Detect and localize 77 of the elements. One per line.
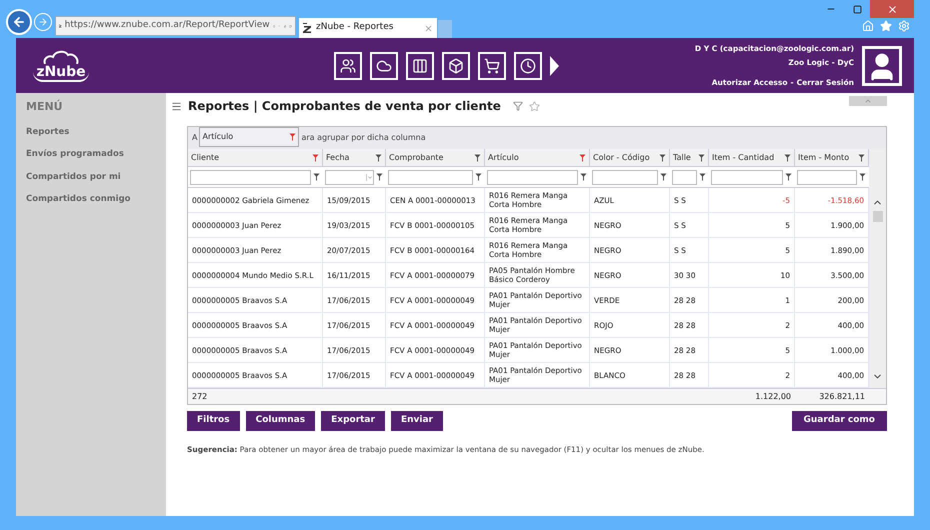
filter-pin-icon[interactable] (579, 154, 586, 162)
sidebar-item[interactable]: Envíos programados (26, 148, 166, 170)
sidebar-item[interactable]: Reportes (26, 126, 166, 148)
settings-icon[interactable] (898, 20, 910, 32)
filter-field[interactable] (388, 170, 473, 184)
filter-pin-icon[interactable] (580, 173, 587, 181)
site-icon (303, 23, 312, 33)
quantity-total: 1.122,00 (754, 390, 792, 402)
filter-pin-icon[interactable] (699, 173, 706, 181)
column-header[interactable]: Talle (670, 149, 709, 166)
cube-icon[interactable] (442, 52, 470, 80)
sidebar-item[interactable]: Compartidos por mi (26, 170, 166, 193)
next-arrow-icon[interactable] (550, 56, 559, 76)
filter-pin-icon[interactable] (784, 154, 791, 162)
logo[interactable]: zNube (33, 64, 89, 82)
sidebar-item[interactable]: Compartidos conmigo (26, 193, 166, 216)
filter-pin-icon[interactable] (660, 173, 667, 181)
column-header[interactable]: Artículo (485, 149, 590, 166)
scrollbar[interactable] (869, 149, 886, 388)
clock-icon[interactable] (514, 52, 542, 80)
filter-pin-icon[interactable] (289, 133, 296, 141)
filter-pin-icon[interactable] (474, 154, 481, 162)
forward-button[interactable] (34, 13, 52, 31)
dragged-column[interactable]: Artículo (199, 127, 300, 147)
cart-icon[interactable] (478, 52, 506, 80)
row-count: 272 (191, 390, 208, 402)
chevron-up-icon (864, 97, 872, 105)
filter-icon[interactable] (512, 101, 523, 111)
close-icon (886, 4, 898, 14)
action-button[interactable]: Columnas (246, 411, 316, 431)
filter-pin-icon[interactable] (375, 154, 382, 162)
cloud-icon (41, 50, 81, 64)
favorites-icon[interactable] (880, 20, 892, 32)
maximize-icon (852, 4, 862, 14)
scroll-thumb[interactable] (872, 211, 882, 222)
filter-pin-icon[interactable] (475, 173, 482, 181)
menu-icon[interactable] (171, 100, 182, 112)
action-button[interactable]: Exportar (321, 411, 385, 431)
filter-pin-icon[interactable] (859, 173, 866, 181)
dropdown-icon[interactable] (366, 174, 373, 180)
filter-field[interactable] (672, 170, 697, 184)
filter-pin-icon[interactable] (312, 154, 319, 162)
action-button[interactable]: Filtros (187, 411, 240, 431)
column-header[interactable]: Comprobante (386, 149, 485, 166)
action-button[interactable]: Enviar (390, 411, 443, 431)
back-button[interactable] (6, 9, 32, 35)
filter-field[interactable] (797, 170, 857, 184)
column-header[interactable]: Fecha (323, 149, 386, 166)
address-bar[interactable]: https://www.znube.com.ar/Report/ReportView (55, 16, 296, 36)
date-filter-field[interactable] (325, 170, 374, 184)
amount-total: 326.821,11 (818, 390, 866, 402)
home-icon[interactable] (862, 20, 874, 32)
filter-pin-icon[interactable] (659, 154, 666, 162)
table-icon[interactable] (406, 52, 434, 80)
page-title: Reportes | Comprobantes de venta por cliente (188, 98, 501, 115)
close-tab-icon[interactable] (424, 24, 433, 32)
menu-title: MENÚ (26, 99, 64, 115)
forward-arrow-icon (38, 17, 48, 27)
column-header[interactable]: Item - Cantidad (709, 149, 795, 166)
filter-pin-icon[interactable] (858, 154, 865, 162)
avatar[interactable] (862, 46, 902, 86)
filter-pin-icon[interactable] (785, 173, 792, 181)
browser-tab[interactable]: zNube - Reportes (299, 18, 437, 38)
group-hint: A (192, 132, 198, 144)
filter-pin-icon[interactable] (376, 173, 383, 181)
filter-pin-icon[interactable] (698, 154, 705, 162)
filter-field[interactable] (190, 170, 311, 184)
column-header[interactable]: Color - Código (590, 149, 670, 166)
filter-pin-icon[interactable] (313, 173, 320, 181)
filter-field[interactable] (711, 170, 783, 184)
tab-title: zNube - Reportes (316, 21, 394, 34)
filter-field[interactable] (487, 170, 578, 184)
column-header[interactable]: Cliente (188, 149, 323, 166)
url-text: https://www.znube.com.ar/Report/ReportView (64, 19, 270, 32)
filter-field[interactable] (592, 170, 658, 184)
group-hint: ara agrupar por dicha columna (301, 132, 426, 144)
save-as-button[interactable]: Guardar como (792, 411, 887, 431)
